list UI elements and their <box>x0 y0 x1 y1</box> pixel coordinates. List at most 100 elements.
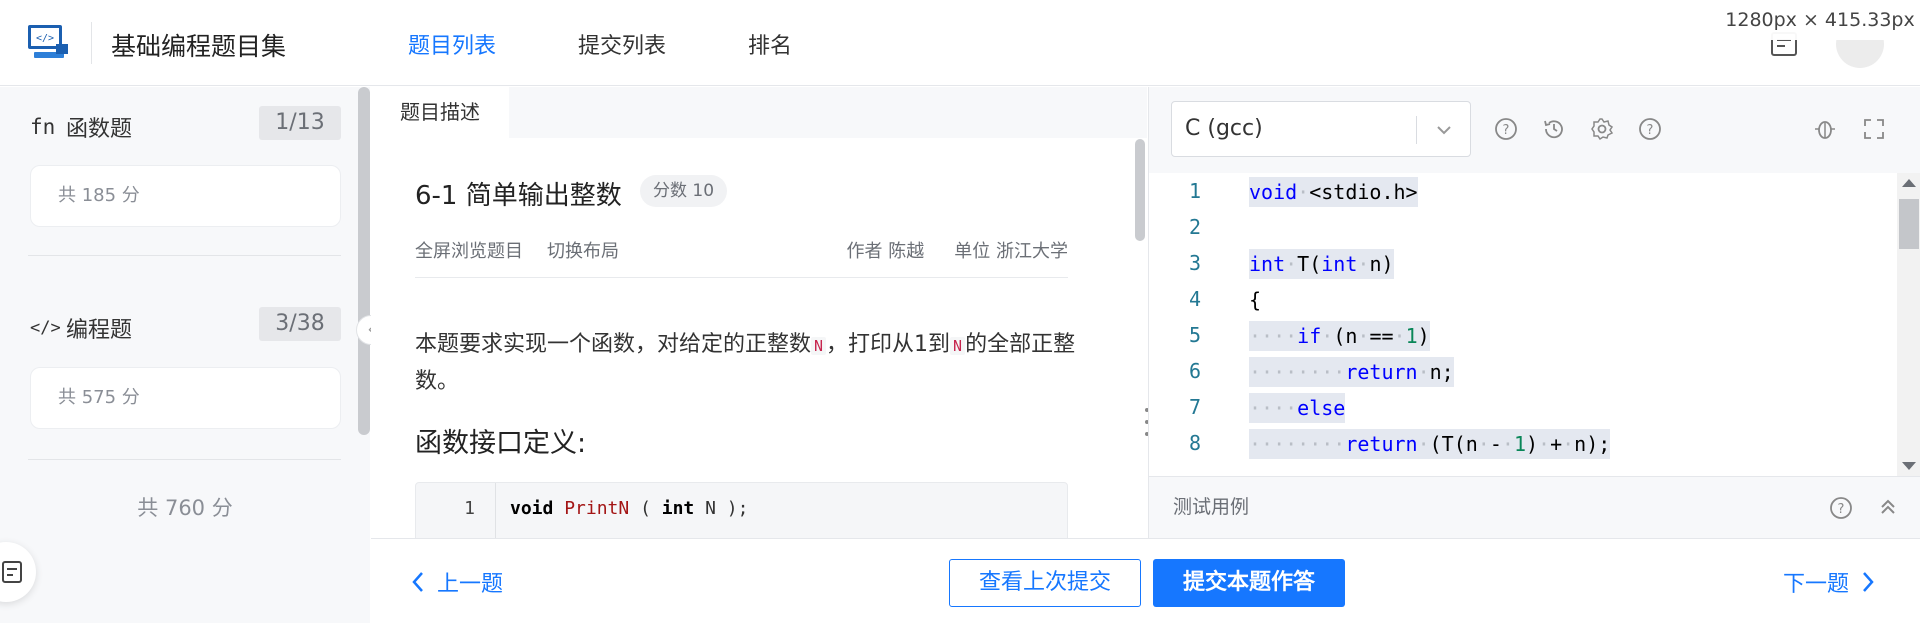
code-line: int·T(int·n) <box>1249 249 1394 279</box>
problem-scrollbar[interactable] <box>1135 139 1145 241</box>
function-icon: fn <box>30 115 56 139</box>
line-number: 3 <box>1188 251 1201 275</box>
line-number: 6 <box>1188 359 1201 383</box>
category-score-card[interactable]: 共 185 分 <box>30 165 341 227</box>
category-progress: 3/38 <box>259 307 341 341</box>
history-icon[interactable] <box>1542 117 1566 141</box>
meta-divider <box>415 277 1068 278</box>
code-keyword: int <box>661 498 695 519</box>
problem-description: 本题要求实现一个函数，对给定的正整数 N ，打印从1到 N 的全部正整数。 <box>415 327 1085 400</box>
code-line: ····if·(n·==·1) <box>1249 321 1430 351</box>
desc-text: ，打印从1到 <box>826 332 951 357</box>
code-content: void PrintN ( int N ); <box>510 483 748 535</box>
select-divider <box>1416 116 1417 144</box>
next-problem-button[interactable]: 下一题 <box>1783 566 1875 598</box>
help-icon[interactable]: ? <box>1494 117 1518 141</box>
main-nav: 题目列表 提交列表 排名 <box>408 28 792 60</box>
code-logo-icon[interactable]: </> <box>26 22 70 62</box>
tab-submission-list[interactable]: 提交列表 <box>578 28 666 60</box>
sidebar-scrollbar[interactable] <box>358 87 370 435</box>
list-icon <box>2 561 22 583</box>
category-name: 编程题 <box>66 318 133 343</box>
svg-text:?: ? <box>1838 502 1845 517</box>
chevron-left-icon <box>412 572 423 592</box>
line-number: 1 <box>1188 179 1201 203</box>
prev-label: 上一题 <box>437 572 504 597</box>
tab-ranking[interactable]: 排名 <box>748 28 792 60</box>
tab-problem-list[interactable]: 题目列表 <box>408 28 496 60</box>
total-score: 共 760 分 <box>137 496 233 520</box>
category-function[interactable]: fn 函数题 <box>30 111 132 143</box>
code-punct: ( <box>629 498 662 519</box>
category-progress: 1/13 <box>259 106 341 140</box>
scroll-down-arrow-icon[interactable] <box>1902 462 1916 470</box>
size-badge: 1280px × 415.33px <box>1720 0 1920 40</box>
line-number: 2 <box>1188 215 1201 239</box>
code-editor[interactable]: 1 2 3 4 5 6 7 8 void·<stdio.h> int·T(int… <box>1149 173 1920 476</box>
editor-scrollbar-thumb[interactable] <box>1899 199 1919 249</box>
scroll-up-arrow-icon[interactable] <box>1902 179 1916 187</box>
chevron-down-icon <box>1437 126 1451 135</box>
category-score-card[interactable]: 共 575 分 <box>30 367 341 429</box>
tab-description[interactable]: 题目描述 <box>371 87 509 138</box>
category-name: 函数题 <box>66 117 133 142</box>
svg-text:</>: </> <box>36 33 54 44</box>
category-programming[interactable]: </> 编程题 <box>30 312 132 344</box>
language-select[interactable]: C (gcc) <box>1171 101 1471 157</box>
desc-text: 本题要求实现一个函数，对给定的正整数 <box>415 332 812 357</box>
sidebar-divider <box>28 255 341 256</box>
code-keyword: void <box>510 498 554 519</box>
problem-actions: 全屏浏览题目 切换布局 <box>415 237 619 263</box>
problem-panel: 题目描述 6-1 简单输出整数 分数 10 全屏浏览题目 切换布局 作者 陈越 … <box>371 87 1147 542</box>
section-title: 函数接口定义: <box>415 428 587 459</box>
language-value: C (gcc) <box>1185 116 1263 141</box>
author-text: 作者 陈越 <box>846 241 925 262</box>
top-header: </> 基础编程题目集 题目列表 提交列表 排名 <box>0 0 1920 86</box>
chevron-right-icon <box>1863 572 1874 592</box>
unit-text: 单位 浙江大学 <box>954 241 1068 262</box>
testcase-help-icon[interactable]: ? <box>1829 496 1853 520</box>
logo-divider <box>91 22 92 64</box>
debug-bug-icon[interactable] <box>1813 117 1837 141</box>
problem-meta: 作者 陈越 单位 浙江大学 <box>847 237 1068 263</box>
score-tag: 分数 10 <box>640 175 728 207</box>
line-number: 4 <box>1188 287 1201 311</box>
code-line: { <box>1249 288 1262 312</box>
problem-set-sidebar: fn 函数题 1/13 共 185 分 </> 编程题 3/38 共 575 分… <box>0 87 370 623</box>
settings-gear-icon[interactable] <box>1590 117 1614 141</box>
next-label: 下一题 <box>1783 572 1850 597</box>
code-line: ········return·(T(n·-·1)·+·n); <box>1249 429 1611 459</box>
svg-text:?: ? <box>1503 123 1510 138</box>
testcase-bar: 测试用例 ? <box>1149 476 1920 538</box>
code-line: void·<stdio.h> <box>1249 177 1418 207</box>
code-icon: </> <box>30 318 61 338</box>
editor-panel: C (gcc) ? ? 1 2 3 4 5 6 7 8 void·<stdio.… <box>1148 87 1920 538</box>
interface-code-block: 1 void PrintN ( int N ); <box>415 482 1068 542</box>
floating-menu-button[interactable] <box>0 542 36 602</box>
line-number: 5 <box>1188 323 1201 347</box>
sidebar-divider <box>28 459 341 460</box>
problem-tabs: 题目描述 <box>371 87 1147 138</box>
line-number: 7 <box>1188 395 1201 419</box>
problem-title: 6-1 简单输出整数 <box>415 181 622 211</box>
line-number: 8 <box>1188 431 1201 455</box>
testcase-label[interactable]: 测试用例 <box>1173 477 1249 537</box>
svg-text:?: ? <box>1647 123 1654 138</box>
expand-up-icon[interactable] <box>1877 496 1899 518</box>
switch-layout-link[interactable]: 切换布局 <box>547 237 619 263</box>
code-line: ····else <box>1249 393 1346 423</box>
previous-problem-button[interactable]: 上一题 <box>411 566 503 598</box>
inline-code-var: N <box>950 337 966 355</box>
app-title: 基础编程题目集 <box>111 32 287 61</box>
code-line-number: 1 <box>416 483 496 541</box>
fullscreen-icon[interactable] <box>1862 117 1886 141</box>
code-line: ········return·n; <box>1249 357 1454 387</box>
code-function: PrintN <box>564 498 630 519</box>
submit-answer-button[interactable]: 提交本题作答 <box>1153 559 1345 607</box>
inline-code-var: N <box>811 337 827 355</box>
info-help-icon[interactable]: ? <box>1638 117 1662 141</box>
view-last-submission-button[interactable]: 查看上次提交 <box>949 559 1141 607</box>
fullscreen-link[interactable]: 全屏浏览题目 <box>415 237 523 263</box>
action-footer: 上一题 查看上次提交 提交本题作答 下一题 <box>371 538 1920 623</box>
